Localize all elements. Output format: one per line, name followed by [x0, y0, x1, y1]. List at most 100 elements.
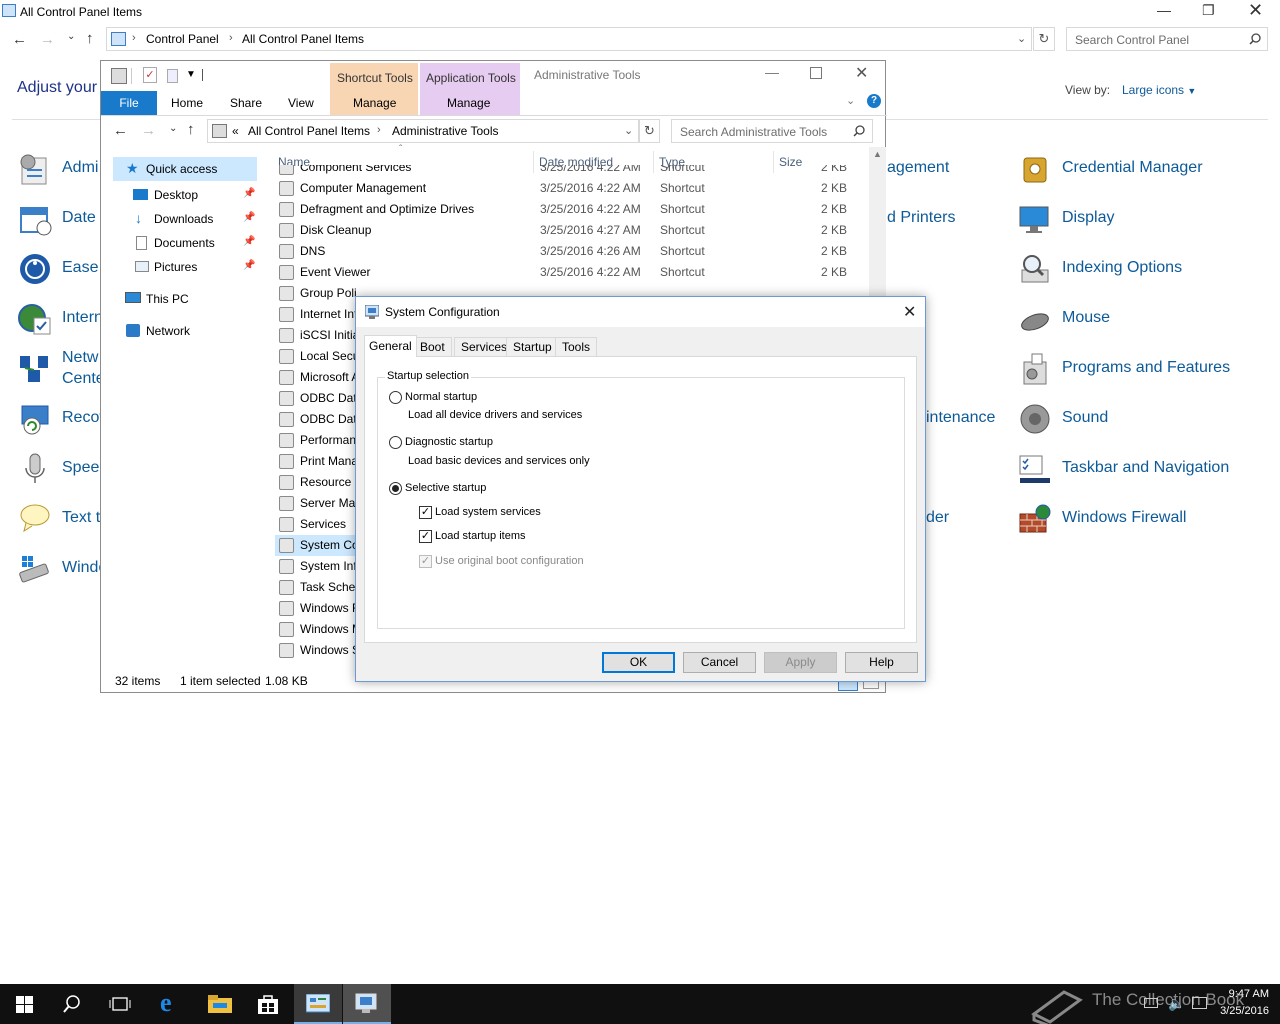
pin-icon[interactable]: 📌 [243, 260, 255, 271]
file-row[interactable]: Component Services 3/25/2016 4:22 AM Short… [275, 165, 855, 178]
diagnostic-startup-label[interactable]: Diagnostic startup [405, 436, 493, 448]
cp-item-mouse[interactable]: Mouse [1062, 309, 1110, 327]
file-row[interactable]: Defragment and Optimize Drives 3/25/2016 … [275, 199, 855, 220]
task-view-icon[interactable] [109, 996, 131, 1012]
clock-time[interactable]: 9:47 AM [1221, 988, 1269, 1000]
nav-network[interactable]: Network [125, 322, 255, 342]
forward-icon[interactable]: → [40, 31, 55, 48]
cp-item-printers-partial[interactable]: d Printers [887, 209, 955, 227]
nav-desktop[interactable]: Desktop 📌 [133, 186, 257, 206]
normal-startup-label[interactable]: Normal startup [405, 391, 477, 403]
new-folder-icon[interactable] [167, 69, 178, 83]
explorer-close-button[interactable]: ✕ [855, 63, 868, 83]
tab-home[interactable]: Home [171, 96, 203, 110]
store-icon[interactable] [257, 993, 279, 1015]
start-icon[interactable] [16, 996, 33, 1013]
cancel-button[interactable]: Cancel [683, 652, 756, 673]
cp-item-credential-manager[interactable]: Credential Manager [1062, 159, 1203, 177]
nav-documents[interactable]: Documents 📌 [133, 234, 257, 254]
breadcrumb-control-panel[interactable]: Control Panel [146, 32, 219, 46]
explorer-address-bar[interactable]: « All Control Panel Items › Administrati… [207, 119, 639, 143]
normal-startup-radio[interactable] [389, 391, 402, 404]
recent-locations-icon[interactable]: ⌄ [67, 31, 75, 42]
breadcrumb-overflow[interactable]: « [232, 124, 239, 138]
restore-button[interactable]: ❐ [1202, 2, 1215, 19]
properties-icon[interactable] [111, 68, 127, 84]
apply-button[interactable]: Apply [764, 652, 837, 673]
up-icon[interactable]: ↑ [187, 121, 195, 138]
refresh-button[interactable]: ↻ [639, 119, 660, 143]
breadcrumb-admin-tools[interactable]: Administrative Tools [392, 124, 499, 138]
forward-icon[interactable]: → [141, 122, 156, 139]
tab-general[interactable]: General [364, 335, 417, 357]
customize-toolbar-icon[interactable]: ▼ [186, 69, 196, 80]
network-tray-icon[interactable] [1144, 998, 1158, 1008]
view-by-dropdown[interactable]: Large icons ▼ [1122, 83, 1196, 97]
explorer-maximize-button[interactable] [810, 67, 822, 79]
close-button[interactable]: ✕ [1248, 0, 1263, 21]
volume-tray-icon[interactable]: 🔈 [1168, 995, 1185, 1012]
recent-locations-icon[interactable]: ⌄ [169, 123, 177, 134]
load-system-services-checkbox[interactable]: ✓ [419, 506, 432, 519]
nav-downloads[interactable]: ↓ Downloads 📌 [133, 210, 257, 230]
cp-item-programs-features[interactable]: Programs and Features [1062, 359, 1230, 377]
tab-tools[interactable]: Tools [555, 337, 598, 357]
taskbar-system-configuration[interactable] [343, 984, 391, 1024]
clock-date[interactable]: 3/25/2016 [1213, 1005, 1269, 1017]
nav-quick-access[interactable]: ★ Quick access [113, 157, 257, 181]
cp-item-display[interactable]: Display [1062, 209, 1114, 227]
cp-item-admin[interactable]: Admi [62, 159, 98, 177]
file-row[interactable]: System Co [275, 535, 359, 556]
tab-share[interactable]: Share [230, 96, 262, 110]
nav-this-pc[interactable]: This PC [125, 290, 255, 310]
file-row[interactable]: Event Viewer 3/25/2016 4:22 AM Shortcut 2 K… [275, 262, 855, 283]
selective-startup-radio[interactable] [389, 482, 402, 495]
diagnostic-startup-radio[interactable] [389, 436, 402, 449]
file-row[interactable]: DNS 3/25/2016 4:26 AM Shortcut 2 KB [275, 241, 855, 262]
ribbon-expand-icon[interactable]: ⌄ [846, 94, 855, 107]
search-admin-tools-input[interactable]: Search Administrative Tools [671, 119, 873, 143]
tab-services[interactable]: Services [454, 337, 515, 357]
cp-item-network[interactable]: Netw [62, 349, 98, 367]
selective-startup-label[interactable]: Selective startup [405, 482, 486, 494]
back-icon[interactable]: ← [113, 122, 128, 139]
file-row[interactable]: Disk Cleanup 3/25/2016 4:27 AM Shortcut 2 K… [275, 220, 855, 241]
cp-item-network-line2[interactable]: Cente [62, 370, 105, 388]
cp-item-maintenance-partial[interactable]: intenance [926, 409, 995, 427]
ok-button[interactable]: OK [602, 652, 675, 673]
load-startup-items-checkbox[interactable]: ✓ [419, 530, 432, 543]
load-system-services-label[interactable]: Load system services [435, 506, 541, 518]
cp-item-taskbar-navigation[interactable]: Taskbar and Navigation [1062, 459, 1229, 477]
pin-icon[interactable]: 📌 [243, 188, 255, 199]
search-icon[interactable] [63, 995, 81, 1013]
breadcrumb-all-items[interactable]: All Control Panel Items [242, 32, 364, 46]
pin-icon[interactable]: 📌 [243, 212, 255, 223]
help-button[interactable]: Help [845, 652, 918, 673]
cp-item-sound[interactable]: Sound [1062, 409, 1108, 427]
file-row[interactable]: Computer Management 3/25/2016 4:22 AM Shor… [275, 178, 855, 199]
help-icon[interactable]: ? [867, 94, 881, 108]
cp-item-folder-partial[interactable]: der [926, 509, 949, 527]
pin-icon[interactable]: 📌 [243, 236, 255, 247]
cp-item-management-partial[interactable]: agement [887, 159, 949, 177]
load-startup-items-label[interactable]: Load startup items [435, 530, 526, 542]
scroll-up-icon[interactable]: ▲ [873, 149, 882, 159]
breadcrumb-all-items[interactable]: All Control Panel Items [248, 124, 370, 138]
address-dropdown-icon[interactable]: ⌄ [624, 124, 633, 137]
nav-pictures[interactable]: Pictures 📌 [133, 258, 257, 278]
tab-startup[interactable]: Startup [506, 337, 559, 357]
up-icon[interactable]: ↑ [86, 30, 94, 47]
dialog-close-button[interactable]: ✕ [903, 302, 916, 322]
tab-manage-shortcut[interactable]: Manage [353, 96, 396, 110]
tab-file[interactable]: File [101, 91, 157, 115]
checkmark-icon[interactable]: ✓ [143, 67, 157, 83]
edge-icon[interactable]: e [160, 988, 172, 1018]
explorer-minimize-button[interactable]: — [765, 64, 779, 80]
tab-manage-application[interactable]: Manage [447, 96, 490, 110]
cp-item-indexing-options[interactable]: Indexing Options [1062, 259, 1182, 277]
file-explorer-icon[interactable] [208, 995, 232, 1013]
taskbar-control-panel[interactable] [294, 984, 342, 1024]
minimize-button[interactable]: — [1157, 2, 1171, 18]
address-bar[interactable]: › Control Panel › All Control Panel Item… [106, 27, 1032, 51]
back-icon[interactable]: ← [12, 31, 27, 48]
